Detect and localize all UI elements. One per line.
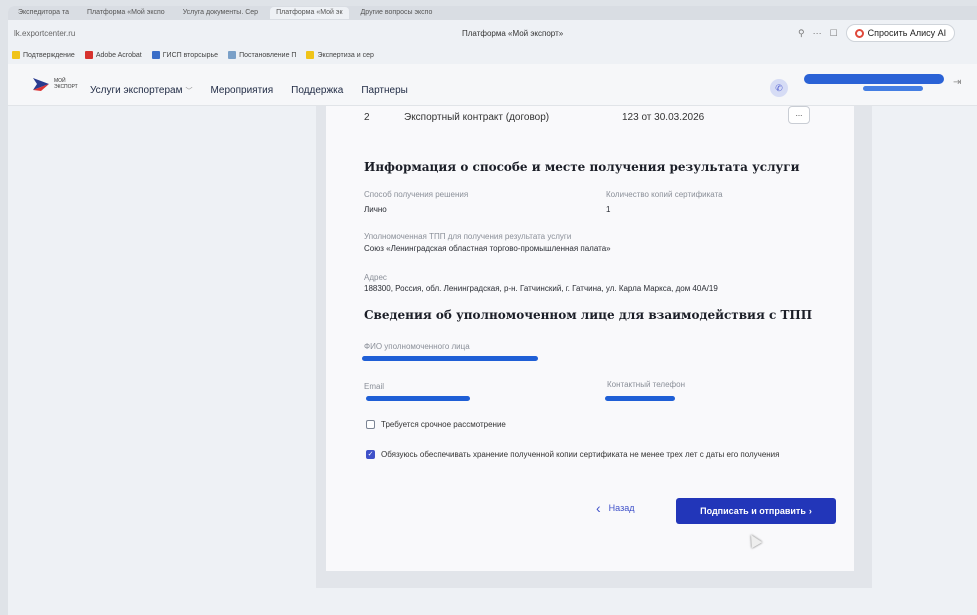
- logo[interactable]: МОЙ ЭКСПОРТ: [32, 76, 78, 92]
- browser-tab[interactable]: Услуга документы. Сер: [177, 7, 264, 19]
- browser-tab[interactable]: Экспедитора та: [12, 7, 75, 19]
- photo-frame: Экспедитора та Платформа «Мой экспо Услу…: [0, 0, 977, 615]
- bookmark-item[interactable]: Adobe Acrobat: [84, 51, 142, 59]
- form-card: 2 Экспортный контракт (договор) 123 от 3…: [326, 106, 854, 571]
- tpp-value: Союз «Ленинградская областная торгово-пр…: [364, 244, 611, 253]
- document-icon: [228, 51, 237, 59]
- nav-events[interactable]: Мероприятия: [210, 85, 273, 96]
- gisp-icon: [151, 51, 160, 59]
- bookmark-label: Экспертиза и сер: [317, 51, 374, 59]
- logout-icon[interactable]: ⇥: [953, 77, 961, 88]
- logo-text: МОЙ ЭКСПОРТ: [54, 78, 78, 90]
- document-reference: 123 от 30.03.2026: [622, 112, 705, 123]
- nav-label: Мероприятия: [210, 85, 274, 96]
- bookmark-label: Adobe Acrobat: [95, 51, 142, 59]
- translate-icon[interactable]: ⚲: [798, 28, 805, 39]
- nav-support[interactable]: Поддержка: [291, 85, 343, 96]
- browser-tab[interactable]: Другие вопросы экспо: [355, 7, 439, 19]
- bookmark-item[interactable]: Экспертиза и сер: [306, 51, 374, 59]
- page-title: Платформа «Мой экспорт»: [462, 29, 564, 38]
- bookmark-item[interactable]: Постановление П: [228, 51, 296, 59]
- method-label: Способ получения решения: [364, 190, 469, 199]
- tpp-label: Уполномоченная ТПП для получения результ…: [364, 232, 572, 241]
- document-row: 2 Экспортный контракт (договор) 123 от 3…: [364, 112, 782, 123]
- browser-actions: ⚲ ⋯ ☐ Спросить Алису AI: [798, 24, 956, 42]
- document-name: Экспортный контракт (договор): [404, 112, 550, 123]
- user-org-redaction: [863, 86, 923, 91]
- browser-window: Экспедитора та Платформа «Мой экспо Услу…: [8, 6, 977, 615]
- fio-redaction: [362, 356, 538, 361]
- browser-tab-active[interactable]: Платформа «Мой эк: [270, 7, 349, 19]
- email-redaction: [366, 396, 470, 401]
- copies-label: Количество копий сертификата: [606, 190, 723, 199]
- logo-text-line: ЭКСПОРТ: [54, 84, 78, 90]
- chevron-right-icon: ›: [808, 506, 812, 516]
- more-icon[interactable]: ⋯: [813, 28, 822, 39]
- fio-label: ФИО уполномоченного лица: [364, 342, 470, 351]
- ask-alice-button[interactable]: Спросить Алису AI: [845, 24, 956, 42]
- copies-value: 1: [606, 205, 611, 214]
- phone-redaction: [605, 396, 675, 401]
- document-more-button[interactable]: ...: [788, 106, 810, 124]
- url-field[interactable]: lk.exportcenter.ru: [14, 29, 75, 38]
- storage-checkbox-row[interactable]: ✓ Обязуюсь обеспечивать хранение получен…: [366, 450, 779, 459]
- bookmarks-bar: Подтверждение Adobe Acrobat ГИСП вторсыр…: [8, 48, 977, 62]
- filter-icon: [12, 51, 20, 59]
- nav-label: Партнеры: [361, 85, 408, 96]
- urgent-label: Требуется срочное рассмотрение: [381, 420, 506, 429]
- phone-icon[interactable]: ✆: [770, 79, 788, 97]
- address-bar: lk.exportcenter.ru Платформа «Мой экспор…: [8, 20, 977, 48]
- bookmark-item[interactable]: Подтверждение: [12, 51, 75, 59]
- urgent-checkbox-row[interactable]: Требуется срочное рассмотрение: [366, 420, 506, 429]
- alice-icon: [854, 28, 864, 38]
- chevron-left-icon: ‹: [596, 500, 601, 516]
- nav-label: Услуги экспортерам: [90, 85, 183, 96]
- filter-icon: [306, 51, 315, 59]
- user-name-redaction[interactable]: [804, 74, 944, 84]
- phone-label: Контактный телефон: [607, 380, 685, 389]
- urgent-checkbox[interactable]: [366, 420, 375, 429]
- bookmark-item[interactable]: ГИСП вторсырье: [151, 51, 219, 59]
- method-value: Лично: [364, 205, 387, 214]
- acrobat-icon: [84, 51, 93, 59]
- bookmark-icon[interactable]: ☐: [830, 28, 838, 39]
- nav-partners[interactable]: Партнеры: [361, 85, 408, 96]
- email-label: Email: [364, 382, 385, 391]
- nav-label: Поддержка: [291, 85, 344, 96]
- bookmark-label: ГИСП вторсырье: [162, 51, 219, 59]
- main-nav: Услуги экспортерам ﹀ Мероприятия Поддержк…: [90, 85, 408, 96]
- site-header: МОЙ ЭКСПОРТ Услуги экспортерам ﹀ Мероприя…: [8, 64, 977, 106]
- chevron-down-icon: ﹀: [185, 87, 193, 95]
- storage-label: Обязуюсь обеспечивать хранение полученно…: [381, 450, 780, 459]
- tab-strip: Экспедитора та Платформа «Мой экспо Услу…: [8, 6, 977, 20]
- browser-tab[interactable]: Платформа «Мой экспо: [81, 7, 171, 19]
- submit-label: Подписать и отправить: [700, 506, 806, 516]
- section-title-receipt: Информация о способе и месте получения р…: [364, 160, 800, 174]
- bookmark-label: Подтверждение: [23, 51, 75, 59]
- address-label: Адрес: [364, 273, 387, 282]
- back-label: Назад: [608, 503, 635, 513]
- back-button[interactable]: ‹ Назад: [596, 500, 634, 516]
- logo-icon: [33, 78, 49, 91]
- section-title-contact: Сведения об уполномоченном лице для взаи…: [364, 308, 813, 322]
- document-number: 2: [364, 112, 370, 123]
- address-value: 188300, Россия, обл. Ленинградская, р-н.…: [364, 284, 718, 293]
- storage-checkbox[interactable]: ✓: [366, 450, 375, 459]
- ask-alice-label: Спросить Алису AI: [867, 28, 947, 38]
- sign-and-send-button[interactable]: Подписать и отправить ›: [676, 498, 836, 524]
- bookmark-label: Постановление П: [239, 51, 297, 59]
- nav-services[interactable]: Услуги экспортерам ﹀: [90, 85, 192, 96]
